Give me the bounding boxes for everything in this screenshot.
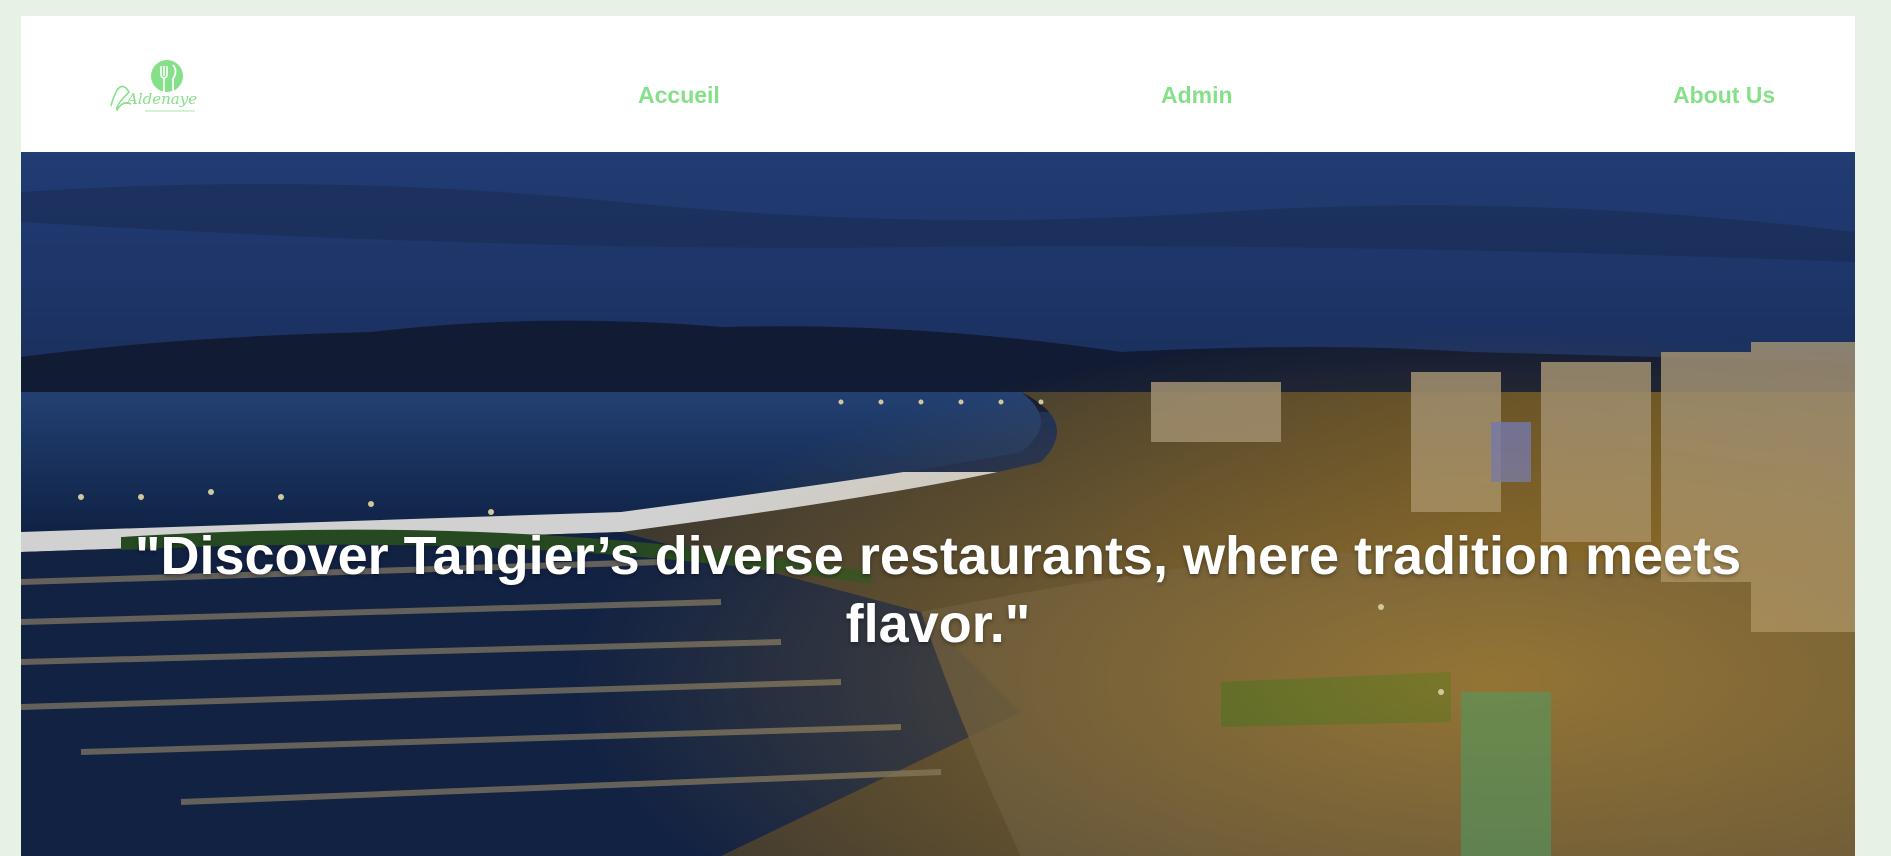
hero-quote: "Discover Tangier’s diverse restaurants,… xyxy=(134,526,1742,654)
hero-banner: "Discover Tangier’s diverse restaurants,… xyxy=(21,152,1855,856)
brand-logo-text: Aldenaye xyxy=(125,90,197,108)
hero-background-image xyxy=(21,152,1855,856)
site-header: Aldenaye Accueil Admin About Us xyxy=(21,16,1855,152)
page-edge xyxy=(1855,0,1891,856)
brand-logo[interactable]: Aldenaye xyxy=(105,56,205,116)
nav-link-admin[interactable]: Admin xyxy=(1161,82,1233,109)
fork-knife-leaf-logo-icon: Aldenaye xyxy=(110,60,197,112)
nav-link-about-us[interactable]: About Us xyxy=(1673,82,1775,109)
nav-link-accueil[interactable]: Accueil xyxy=(638,82,720,109)
page-frame: Aldenaye Accueil Admin About Us "Discove… xyxy=(21,16,1855,856)
